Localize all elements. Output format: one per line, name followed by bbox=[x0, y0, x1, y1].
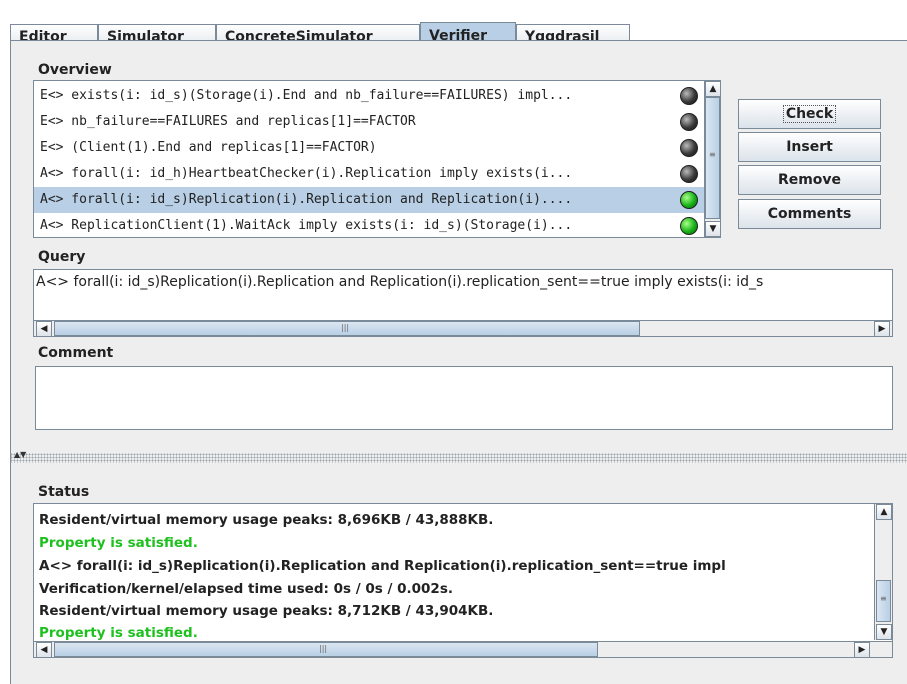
status-line: A<> forall(i: id_s)Replication(i).Replic… bbox=[39, 558, 726, 574]
insert-button[interactable]: Insert bbox=[738, 132, 881, 162]
status-line: Resident/virtual memory usage peaks: 8,6… bbox=[39, 512, 494, 528]
scroll-down-arrow-icon[interactable]: ▼ bbox=[876, 624, 892, 640]
query-row-text: E<> nb_failure==FAILURES and replicas[1]… bbox=[40, 114, 416, 129]
scroll-thumb[interactable]: ≡ bbox=[705, 97, 720, 219]
status-line: Verification/kernel/elapsed time used: 0… bbox=[39, 581, 453, 597]
query-row[interactable]: E<> nb_failure==FAILURES and replicas[1]… bbox=[34, 109, 704, 135]
status-green-icon bbox=[680, 191, 698, 209]
collapse-arrows-icon[interactable]: ▲▼ bbox=[14, 450, 26, 459]
status-grey-icon bbox=[680, 113, 698, 131]
scroll-thumb[interactable]: ||| bbox=[54, 321, 640, 336]
status-green-icon bbox=[680, 217, 698, 235]
query-row[interactable]: E<> (Client(1).End and replicas[1]==FACT… bbox=[34, 135, 704, 161]
comment-textarea[interactable] bbox=[35, 366, 893, 430]
scroll-thumb[interactable]: ≡ bbox=[876, 580, 891, 622]
query-row-text: A<> forall(i: id_s)Replication(i).Replic… bbox=[40, 192, 573, 207]
scroll-down-arrow-icon[interactable]: ▼ bbox=[705, 221, 720, 237]
status-output[interactable]: Resident/virtual memory usage peaks: 8,6… bbox=[33, 503, 893, 658]
query-row[interactable]: A<> forall(i: id_h)HeartbeatChecker(i).R… bbox=[34, 161, 704, 187]
check-button-label: Check bbox=[782, 105, 837, 123]
check-button[interactable]: Check bbox=[738, 99, 881, 129]
query-row[interactable]: A<> ReplicationClient(1).WaitAck imply e… bbox=[34, 213, 704, 237]
status-horizontal-scrollbar[interactable]: ◀ ||| ▶ bbox=[34, 641, 892, 657]
query-row-selected[interactable]: A<> forall(i: id_s)Replication(i).Replic… bbox=[34, 187, 704, 213]
grip-icon: ≡ bbox=[880, 594, 887, 603]
scroll-left-arrow-icon[interactable]: ◀ bbox=[36, 321, 52, 336]
status-line-satisfied: Property is satisfied. bbox=[39, 625, 198, 641]
overview-vertical-scrollbar[interactable]: ▲ ≡ ▼ bbox=[704, 81, 720, 237]
query-label: Query bbox=[38, 249, 86, 265]
scroll-up-arrow-icon[interactable]: ▲ bbox=[876, 504, 892, 520]
status-grey-icon bbox=[680, 87, 698, 105]
window-top-strip bbox=[0, 0, 907, 10]
split-pane-divider[interactable]: ▲▼ bbox=[10, 450, 907, 463]
query-row-text: E<> exists(i: id_s)(Storage(i).End and n… bbox=[40, 88, 573, 103]
scroll-up-arrow-icon[interactable]: ▲ bbox=[705, 81, 720, 97]
grip-icon: ≡ bbox=[709, 150, 716, 159]
query-horizontal-scrollbar[interactable]: ◀ ||| ▶ bbox=[34, 320, 892, 336]
status-line-satisfied: Property is satisfied. bbox=[39, 535, 198, 551]
query-row-text: A<> forall(i: id_h)HeartbeatChecker(i).R… bbox=[40, 166, 573, 181]
grip-icon: ||| bbox=[341, 323, 350, 332]
query-text: A<> forall(i: id_s)Replication(i).Replic… bbox=[36, 274, 764, 290]
comments-button[interactable]: Comments bbox=[738, 199, 881, 229]
grip-icon: ||| bbox=[319, 644, 328, 653]
status-grey-icon bbox=[680, 139, 698, 157]
tab-bar: Editor Simulator ConcreteSimulator Verif… bbox=[0, 10, 907, 52]
query-textarea[interactable]: A<> forall(i: id_s)Replication(i).Replic… bbox=[33, 269, 893, 337]
comment-label: Comment bbox=[38, 345, 114, 361]
status-grey-icon bbox=[680, 165, 698, 183]
scroll-right-arrow-icon[interactable]: ▶ bbox=[874, 321, 890, 336]
status-line: Resident/virtual memory usage peaks: 8,7… bbox=[39, 603, 494, 619]
overview-label: Overview bbox=[38, 62, 112, 78]
scroll-left-arrow-icon[interactable]: ◀ bbox=[36, 642, 52, 657]
query-row-text: A<> ReplicationClient(1).WaitAck imply e… bbox=[40, 218, 573, 233]
status-vertical-scrollbar[interactable]: ▲ ≡ ▼ bbox=[874, 504, 892, 640]
scroll-right-arrow-icon[interactable]: ▶ bbox=[854, 642, 870, 657]
query-row[interactable]: E<> exists(i: id_s)(Storage(i).End and n… bbox=[34, 83, 704, 109]
remove-button[interactable]: Remove bbox=[738, 165, 881, 195]
status-label: Status bbox=[38, 484, 90, 500]
query-row-text: E<> (Client(1).End and replicas[1]==FACT… bbox=[40, 140, 377, 155]
scroll-thumb[interactable]: ||| bbox=[54, 642, 598, 657]
query-list: E<> exists(i: id_s)(Storage(i).End and n… bbox=[33, 80, 721, 238]
